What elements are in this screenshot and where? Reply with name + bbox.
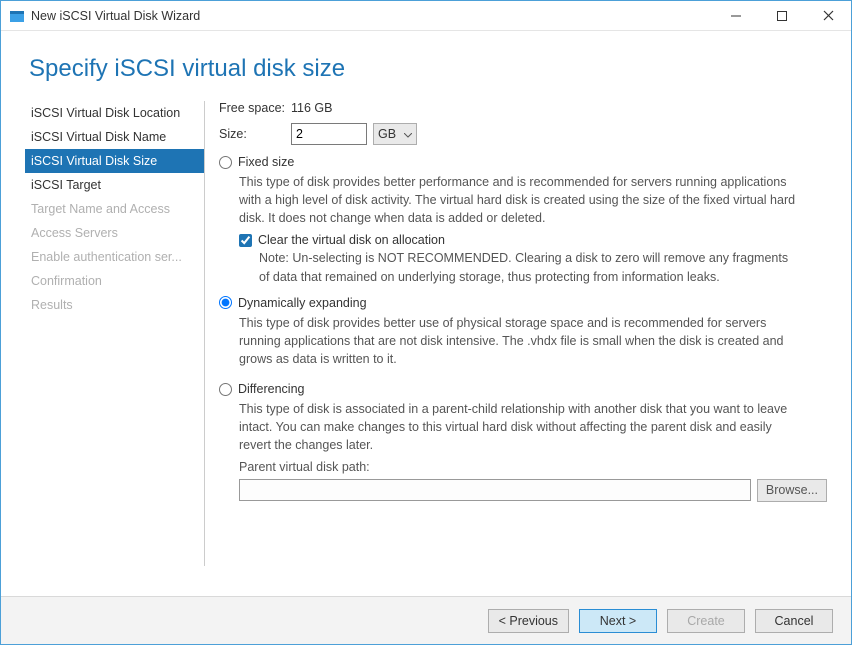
option-fixed[interactable]: Fixed size bbox=[219, 155, 827, 169]
option-differencing[interactable]: Differencing bbox=[219, 382, 827, 396]
size-unit-value: GB bbox=[378, 127, 396, 141]
radio-dynamic[interactable] bbox=[219, 296, 232, 309]
step-target-name: Target Name and Access bbox=[25, 197, 204, 221]
titlebar: New iSCSI Virtual Disk Wizard bbox=[1, 1, 851, 31]
size-input[interactable] bbox=[291, 123, 367, 145]
create-button: Create bbox=[667, 609, 745, 633]
fixed-label: Fixed size bbox=[238, 155, 294, 169]
clear-note: Note: Un-selecting is NOT RECOMMENDED. C… bbox=[259, 249, 799, 285]
wizard-window: New iSCSI Virtual Disk Wizard Specify iS… bbox=[0, 0, 852, 645]
diff-label: Differencing bbox=[238, 382, 304, 396]
clear-checkbox[interactable] bbox=[239, 234, 252, 247]
next-button[interactable]: Next > bbox=[579, 609, 657, 633]
step-results: Results bbox=[25, 293, 204, 317]
page-title: Specify iSCSI virtual disk size bbox=[29, 55, 827, 83]
step-location[interactable]: iSCSI Virtual Disk Location bbox=[25, 101, 204, 125]
step-auth: Enable authentication ser... bbox=[25, 245, 204, 269]
browse-button[interactable]: Browse... bbox=[757, 479, 827, 502]
step-size[interactable]: iSCSI Virtual Disk Size bbox=[25, 149, 204, 173]
app-icon bbox=[9, 8, 25, 24]
content-area: Specify iSCSI virtual disk size iSCSI Vi… bbox=[1, 31, 851, 596]
clear-label: Clear the virtual disk on allocation bbox=[258, 233, 445, 247]
step-target[interactable]: iSCSI Target bbox=[25, 173, 204, 197]
footer: < Previous Next > Create Cancel bbox=[1, 596, 851, 644]
size-label: Size: bbox=[219, 127, 291, 141]
clear-on-allocation-row[interactable]: Clear the virtual disk on allocation bbox=[239, 233, 827, 247]
free-space-label: Free space: bbox=[219, 101, 291, 115]
diff-description: This type of disk is associated in a par… bbox=[239, 400, 799, 454]
maximize-button[interactable] bbox=[759, 1, 805, 31]
option-dynamic[interactable]: Dynamically expanding bbox=[219, 296, 827, 310]
previous-button[interactable]: < Previous bbox=[488, 609, 569, 633]
step-confirmation: Confirmation bbox=[25, 269, 204, 293]
size-unit-dropdown[interactable]: GB bbox=[373, 123, 417, 145]
main-panel: Free space: 116 GB Size: GB Fixed si bbox=[205, 101, 827, 566]
cancel-button[interactable]: Cancel bbox=[755, 609, 833, 633]
window-title: New iSCSI Virtual Disk Wizard bbox=[31, 9, 713, 23]
parent-path-input[interactable] bbox=[239, 479, 751, 501]
radio-differencing[interactable] bbox=[219, 383, 232, 396]
close-button[interactable] bbox=[805, 1, 851, 31]
free-space-value: 116 GB bbox=[291, 101, 332, 115]
fixed-description: This type of disk provides better perfor… bbox=[239, 173, 799, 227]
wizard-steps-sidebar: iSCSI Virtual Disk Location iSCSI Virtua… bbox=[25, 101, 205, 566]
step-name[interactable]: iSCSI Virtual Disk Name bbox=[25, 125, 204, 149]
radio-fixed[interactable] bbox=[219, 156, 232, 169]
step-access-servers: Access Servers bbox=[25, 221, 204, 245]
dynamic-description: This type of disk provides better use of… bbox=[239, 314, 799, 368]
minimize-button[interactable] bbox=[713, 1, 759, 31]
dynamic-label: Dynamically expanding bbox=[238, 296, 367, 310]
parent-path-label: Parent virtual disk path: bbox=[239, 458, 799, 476]
chevron-down-icon bbox=[404, 127, 412, 141]
